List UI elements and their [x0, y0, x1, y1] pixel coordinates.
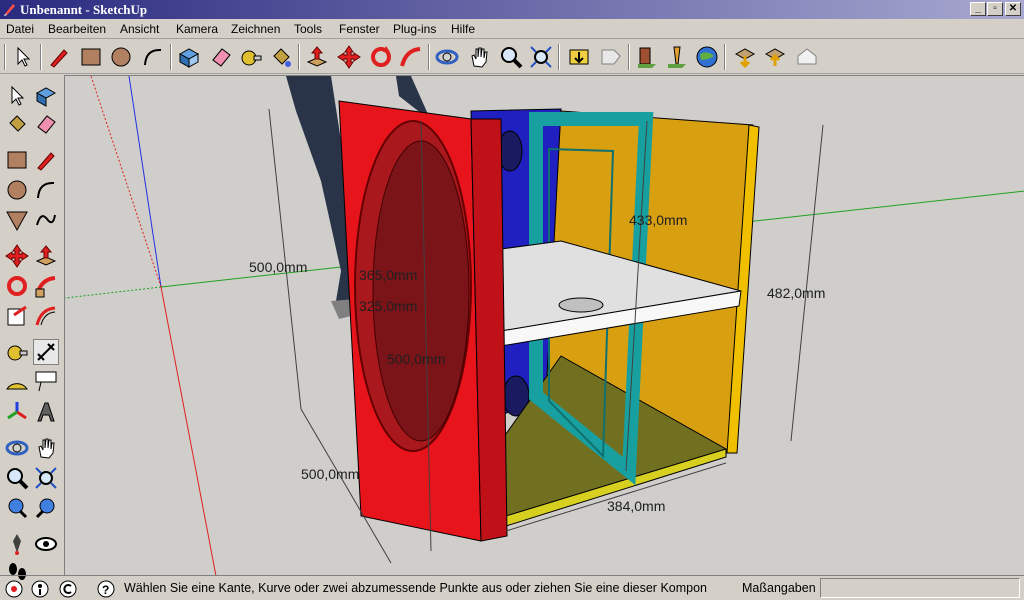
arc-icon[interactable] [140, 44, 166, 70]
pencil-icon[interactable] [46, 44, 72, 70]
blue-axis [128, 76, 162, 288]
menu-ansicht[interactable]: Ansicht [120, 22, 159, 36]
green-axis-negative [65, 286, 162, 299]
menu-hilfe[interactable]: Hilfe [451, 22, 475, 36]
scale-tool-icon[interactable] [4, 303, 30, 329]
pushpull-tool-icon[interactable] [33, 243, 59, 269]
dim-circle-3: 500,0mm [387, 351, 445, 367]
zoom-icon[interactable] [498, 44, 524, 70]
drawing-viewport[interactable]: 500,0mm 500,0mm 384,0mm 482,0mm 433,0mm … [64, 75, 1024, 575]
tape-tool-icon[interactable] [4, 339, 30, 365]
position-camera-icon[interactable] [4, 531, 30, 557]
offset-tool-icon[interactable] [33, 303, 59, 329]
make-component-icon[interactable] [176, 44, 202, 70]
sketchup-logo-icon [4, 4, 15, 16]
google-earth-icon[interactable] [694, 44, 720, 70]
window-title: Unbenannt - SketchUp [20, 2, 148, 17]
rotate-tool-icon[interactable] [4, 273, 30, 299]
arc-tool-icon[interactable] [33, 177, 59, 203]
pan-tool-icon[interactable] [33, 435, 59, 461]
maximize-button[interactable]: ▫ [987, 2, 1003, 16]
menu-datei[interactable]: Datei [6, 22, 34, 36]
menu-kamera[interactable]: Kamera [176, 22, 218, 36]
rectangle-icon[interactable] [78, 44, 104, 70]
preview-icon[interactable] [794, 44, 820, 70]
eraser-icon[interactable] [208, 44, 234, 70]
circle-icon[interactable] [108, 44, 134, 70]
push-pull-icon[interactable] [304, 44, 330, 70]
previous-view-icon[interactable] [4, 495, 30, 521]
minimize-button[interactable]: _ [970, 2, 986, 16]
dim-circle-1: 365,0mm [359, 267, 417, 283]
menu-bearbeiten[interactable]: Bearbeiten [48, 22, 106, 36]
add-location-icon[interactable] [664, 44, 690, 70]
measurements-input[interactable] [820, 578, 1020, 598]
get-models-icon[interactable] [566, 44, 592, 70]
move-icon[interactable] [336, 44, 362, 70]
paint-bucket-icon[interactable] [268, 44, 294, 70]
rotate-icon[interactable] [368, 44, 394, 70]
status-hint: Wählen Sie eine Kante, Kurve oder zwei a… [124, 581, 707, 595]
share-model-icon[interactable] [598, 44, 624, 70]
select-tool-icon[interactable] [4, 83, 30, 109]
dimension-tool-icon[interactable] [33, 339, 59, 365]
dim-depth-left: 500,0mm [301, 466, 359, 482]
measurements-label: Maßangaben [742, 581, 816, 595]
copyright-icon[interactable] [58, 579, 78, 599]
pan-icon[interactable] [466, 44, 492, 70]
status-bar: ? Wählen Sie eine Kante, Kurve oder zwei… [0, 575, 1024, 600]
followme-tool-icon[interactable] [33, 273, 59, 299]
help-icon[interactable]: ? [96, 579, 116, 599]
axes-tool-icon[interactable] [4, 399, 30, 425]
main-toolbar [0, 40, 1024, 74]
follow-me-icon[interactable] [398, 44, 424, 70]
get-current-view-icon[interactable] [732, 44, 758, 70]
3d-text-tool-icon[interactable] [33, 399, 59, 425]
component-tool-icon[interactable] [33, 83, 59, 109]
look-around-icon[interactable] [33, 531, 59, 557]
polygon-tool-icon[interactable] [4, 207, 30, 233]
move-tool-icon[interactable] [4, 243, 30, 269]
next-view-icon[interactable] [33, 495, 59, 521]
close-button[interactable]: ✕ [1005, 2, 1021, 16]
brace-hole [558, 297, 604, 313]
menu-bar: Datei Bearbeiten Ansicht Kamera Zeichnen… [0, 19, 1024, 39]
model-scene: 500,0mm 500,0mm 384,0mm 482,0mm 433,0mm … [65, 76, 1024, 575]
rectangle-tool-icon[interactable] [4, 147, 30, 173]
dim-height-left: 500,0mm [249, 259, 307, 275]
sketchup-window: Unbenannt - SketchUp _ ▫ ✕ Datei Bearbei… [0, 0, 1024, 600]
orbit-tool-icon[interactable] [4, 435, 30, 461]
dim-circle-2: 325,0mm [359, 298, 417, 314]
red-axis [160, 286, 217, 575]
line-tool-icon[interactable] [33, 147, 59, 173]
select-icon[interactable] [10, 44, 36, 70]
zoom-tool-icon[interactable] [4, 465, 30, 491]
toggle-terrain-icon[interactable] [762, 44, 788, 70]
orbit-icon[interactable] [434, 44, 460, 70]
dim-height-right: 482,0mm [767, 285, 825, 301]
speaker-cutout-inner [372, 140, 470, 442]
credits-icon[interactable] [30, 579, 50, 599]
zoom-extents-icon[interactable] [528, 44, 554, 70]
paint-tool-icon[interactable] [4, 111, 30, 137]
svg-text:?: ? [102, 583, 109, 597]
eraser-tool-icon[interactable] [33, 111, 59, 137]
menu-fenster[interactable]: Fenster [339, 22, 380, 36]
dim-inner-top: 433,0mm [629, 212, 687, 228]
menu-plugins[interactable]: Plug-ins [393, 22, 436, 36]
freehand-tool-icon[interactable] [33, 207, 59, 233]
circle-tool-icon[interactable] [4, 177, 30, 203]
place-model-icon[interactable] [634, 44, 660, 70]
text-tool-icon[interactable] [33, 369, 59, 395]
geolocation-icon[interactable] [4, 579, 24, 599]
menu-zeichnen[interactable]: Zeichnen [231, 22, 280, 36]
red-axis-negative [90, 76, 162, 288]
left-tool-palette [0, 75, 64, 580]
protractor-tool-icon[interactable] [4, 369, 30, 395]
tape-measure-icon[interactable] [238, 44, 264, 70]
title-bar: Unbenannt - SketchUp _ ▫ ✕ [0, 0, 1024, 19]
menu-tools[interactable]: Tools [294, 22, 322, 36]
dim-width-front: 384,0mm [607, 498, 665, 514]
zoom-window-tool-icon[interactable] [33, 465, 59, 491]
